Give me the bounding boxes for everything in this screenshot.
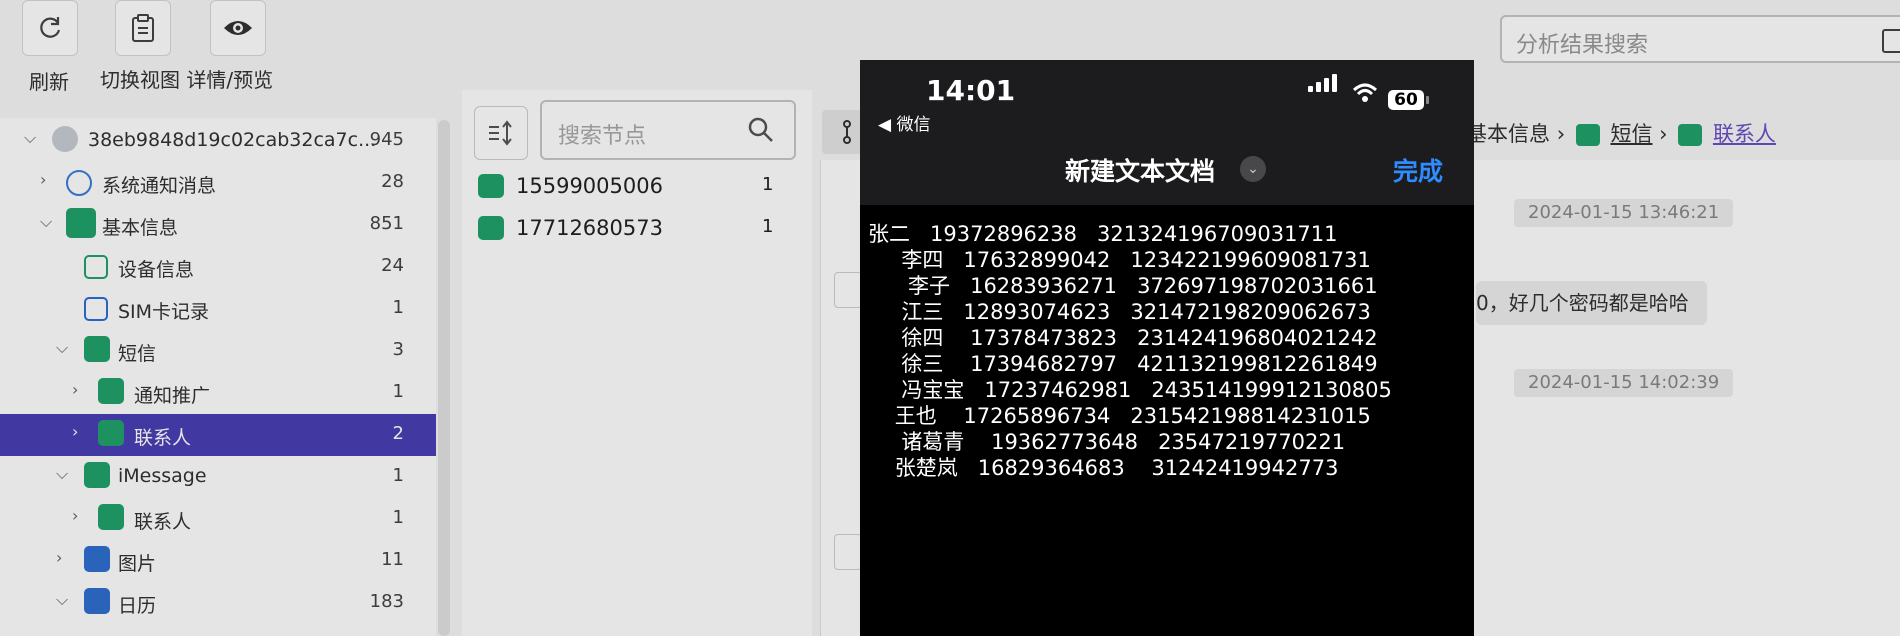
phone-back-link[interactable]: ◀ 微信 — [878, 110, 930, 135]
wifi-icon — [1352, 82, 1378, 110]
battery-tip — [1426, 96, 1429, 104]
document-title: 新建文本文档 — [1065, 157, 1216, 186]
chevron-down-icon[interactable]: ⌄ — [1240, 156, 1266, 182]
phone-time: 14:01 — [926, 74, 1016, 107]
phone-screenshot: 14:01 ◀ 微信 60 新建文本文档 ⌄ 完成 张二 19372896238… — [860, 60, 1474, 636]
phone-header: 14:01 ◀ 微信 60 新建文本文档 ⌄ 完成 — [860, 60, 1474, 205]
battery-icon: 60 — [1388, 90, 1424, 110]
document-line: 张楚岚 16829364683 31242419942773 — [868, 456, 1339, 480]
done-button[interactable]: 完成 — [1393, 152, 1443, 188]
